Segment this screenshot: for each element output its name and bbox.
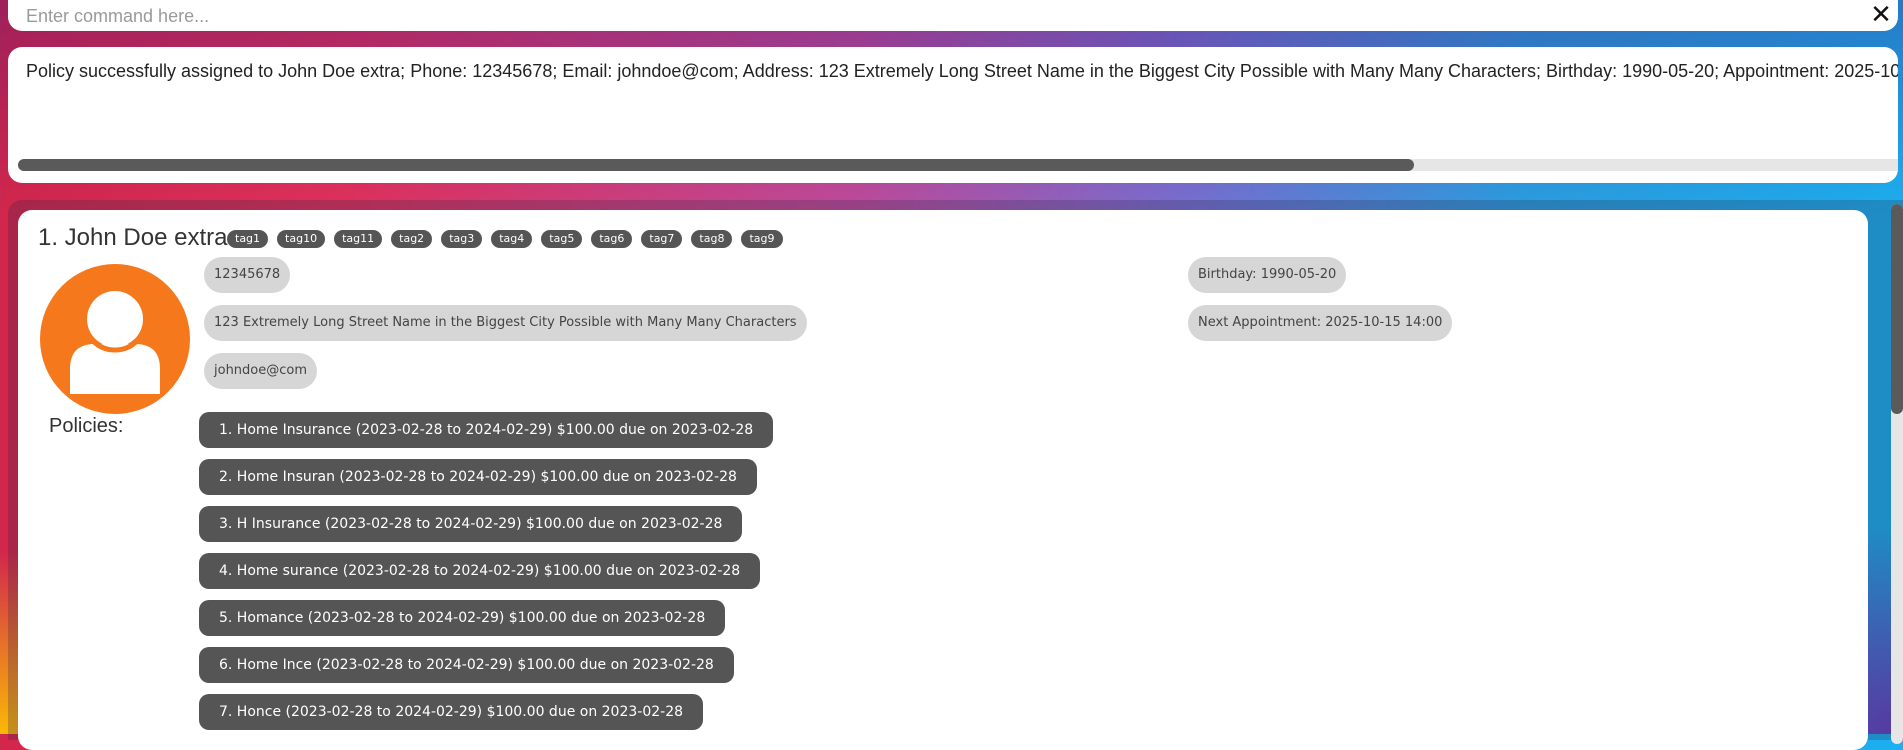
horizontal-scrollbar-thumb[interactable] (18, 159, 1414, 171)
policy-item: 1. Home Insurance (2023-02-28 to 2024-02… (199, 412, 774, 448)
tag: tag9 (741, 230, 783, 248)
policy-item: 2. Home Insuran (2023-02-28 to 2024-02-2… (199, 459, 757, 495)
person-list-panel: 1. John Doe extra tag1 tag10 tag11 tag2 … (8, 200, 1903, 750)
tag: tag2 (391, 230, 433, 248)
policy-item: 7. Honce (2023-02-28 to 2024-02-29) $100… (199, 694, 704, 730)
person-name: 1. John Doe extra (38, 224, 228, 251)
tag: tag7 (641, 230, 683, 248)
vertical-scrollbar[interactable] (1891, 204, 1903, 744)
birthday-chip: Birthday: 1990-05-20 (1188, 257, 1347, 293)
close-icon[interactable]: ✕ (1866, 0, 1896, 30)
result-text: Policy successfully assigned to John Doe… (26, 61, 1898, 81)
tag: tag5 (541, 230, 583, 248)
policies-label: Policies: (49, 415, 124, 437)
appointment-chip: Next Appointment: 2025-10-15 14:00 (1188, 305, 1453, 341)
tag: tag6 (591, 230, 633, 248)
vertical-scrollbar-thumb[interactable] (1891, 204, 1903, 414)
tag: tag8 (691, 230, 733, 248)
tag-list: tag1 tag10 tag11 tag2 tag3 tag4 tag5 tag… (227, 230, 783, 248)
command-input[interactable] (24, 0, 1868, 33)
tag: tag10 (277, 230, 326, 248)
result-display: Policy successfully assigned to John Doe… (8, 47, 1898, 183)
phone-chip: 12345678 (204, 257, 291, 293)
policy-item: 4. Home surance (2023-02-28 to 2024-02-2… (199, 553, 761, 589)
policy-item: 5. Homance (2023-02-28 to 2024-02-29) $1… (199, 600, 726, 636)
address-chip: 123 Extremely Long Street Name in the Bi… (204, 305, 807, 341)
policy-item: 3. H Insurance (2023-02-28 to 2024-02-29… (199, 506, 743, 542)
horizontal-scrollbar[interactable] (18, 159, 1898, 171)
tag: tag1 (227, 230, 269, 248)
email-chip: johndoe@com (204, 353, 318, 389)
tag: tag3 (441, 230, 483, 248)
person-avatar-icon (40, 264, 190, 414)
command-box: ✕ (8, 0, 1898, 33)
tag: tag11 (334, 230, 383, 248)
person-card[interactable]: 1. John Doe extra tag1 tag10 tag11 tag2 … (18, 210, 1868, 750)
tag: tag4 (491, 230, 533, 248)
policy-item: 6. Home Ince (2023-02-28 to 2024-02-29) … (199, 647, 734, 683)
